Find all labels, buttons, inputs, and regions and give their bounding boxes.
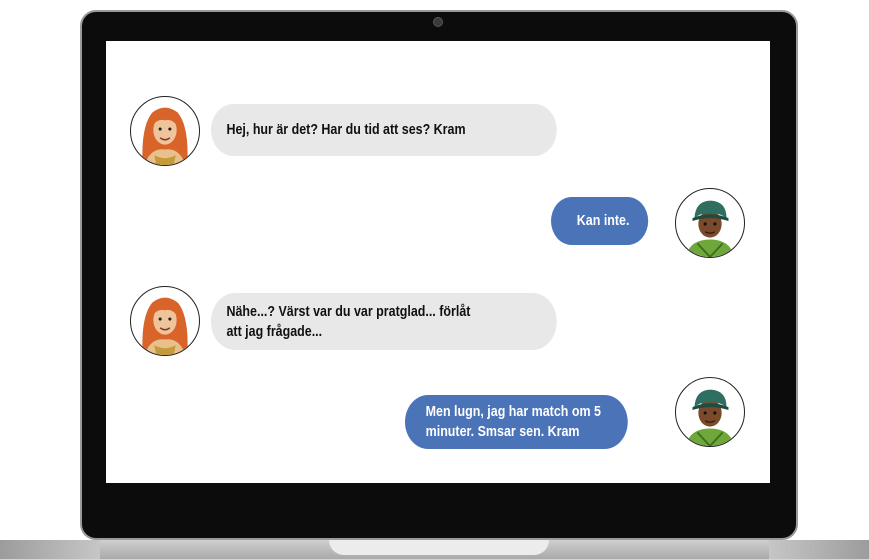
- message-text: Kan inte.: [576, 213, 630, 229]
- laptop-opening-notch: [329, 540, 549, 555]
- girl-face-icon: [142, 297, 188, 355]
- girl-face-icon: [142, 107, 188, 165]
- laptop-base-left-edge: [0, 540, 100, 559]
- boy-face-icon: [685, 200, 735, 257]
- boy-avatar: [675, 188, 745, 258]
- webcam-icon: [433, 17, 443, 27]
- girl-avatar: [130, 286, 200, 356]
- laptop-base-right-edge: [769, 540, 869, 559]
- message-bubble-sent-2: Men lugn, jag har match om 5 minuter. Sm…: [405, 395, 628, 449]
- girl-avatar: [130, 96, 200, 166]
- boy-avatar: [675, 377, 745, 447]
- message-text: Nähe...? Värst var du var pratglad... fö…: [226, 303, 471, 340]
- message-text: Men lugn, jag har match om 5 minuter. Sm…: [425, 404, 601, 440]
- message-bubble-received-2: Nähe...? Värst var du var pratglad... fö…: [211, 293, 557, 350]
- message-bubble-received-1: Hej, hur är det? Har du tid att ses? Kra…: [211, 104, 557, 156]
- message-text: Hej, hur är det? Har du tid att ses? Kra…: [226, 122, 466, 138]
- boy-face-icon: [685, 389, 735, 446]
- message-bubble-sent-1: Kan inte.: [551, 197, 649, 245]
